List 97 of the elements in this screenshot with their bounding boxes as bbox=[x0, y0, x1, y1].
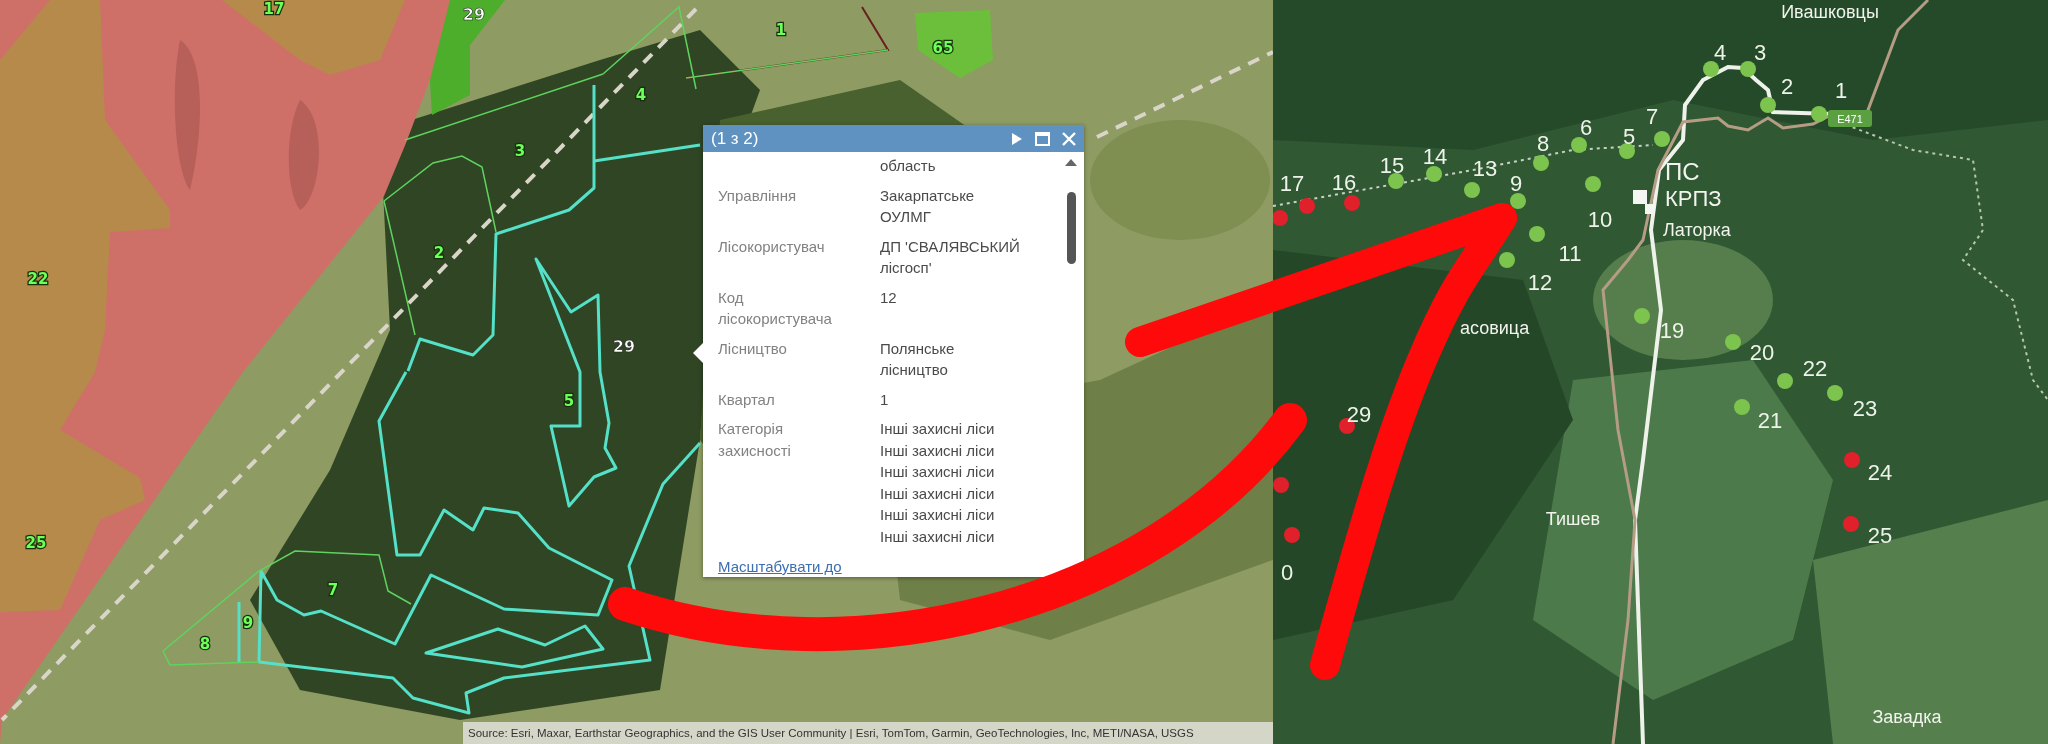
point-number-label: 24 bbox=[1867, 460, 1893, 485]
place-name-label: КРПЗ bbox=[1665, 186, 1722, 211]
parcel-number-label: 7 bbox=[327, 581, 339, 599]
parcel-number-label: 8 bbox=[199, 635, 211, 653]
field-value: Закарпатське ОУЛМГ bbox=[880, 185, 975, 227]
parcel-number-label: 1 bbox=[775, 21, 787, 39]
point-marker[interactable] bbox=[1388, 173, 1404, 189]
point-number-label: 4 bbox=[1713, 40, 1727, 65]
point-number-label: 6 bbox=[1579, 115, 1593, 140]
place-name-label: Ивашковцы bbox=[1781, 2, 1879, 22]
point-number-label: 5 bbox=[1622, 124, 1636, 149]
next-icon[interactable] bbox=[1011, 131, 1023, 146]
point-marker[interactable] bbox=[1634, 308, 1650, 324]
field-value: Полянське лісництво bbox=[880, 338, 955, 380]
point-number-label: 23 bbox=[1852, 396, 1878, 421]
point-number-label: 11 bbox=[1558, 241, 1582, 266]
point-marker[interactable] bbox=[1529, 226, 1545, 242]
point-number-label: 16 bbox=[1331, 170, 1357, 195]
close-icon[interactable] bbox=[1062, 131, 1076, 146]
point-number-label: 12 bbox=[1527, 270, 1553, 295]
field-label: Код лісокористувача bbox=[718, 288, 832, 327]
zoom-to-link[interactable]: Масштабувати до bbox=[718, 558, 842, 575]
field-value: Інші захисні ліси Інші захисні ліси Інші захисні ліси Інші захисні ліси Інші захисні ліси Інші захисні ліси bbox=[880, 419, 995, 547]
road-number-sign: E471 bbox=[1828, 110, 1872, 127]
scrollbar-thumb[interactable] bbox=[1067, 192, 1076, 264]
popup-title: (1 з 2) bbox=[711, 128, 759, 149]
point-number-label: 7 bbox=[1645, 104, 1659, 129]
point-marker[interactable] bbox=[1510, 193, 1526, 209]
compartment-number-label: 29 bbox=[462, 5, 486, 24]
point-number-label: 2 bbox=[1780, 74, 1794, 99]
point-number-label: 3 bbox=[1753, 40, 1767, 65]
point-number-label: 0 bbox=[1281, 560, 1294, 585]
field-label: Квартал bbox=[718, 390, 775, 408]
point-number-label: 14 bbox=[1422, 144, 1448, 169]
maximize-icon[interactable] bbox=[1035, 131, 1050, 146]
point-marker[interactable] bbox=[1734, 399, 1750, 415]
field-label: Лісокористувач bbox=[718, 237, 825, 255]
point-number-label: 8 bbox=[1536, 131, 1550, 156]
point-marker[interactable] bbox=[1464, 182, 1480, 198]
point-number-label: 13 bbox=[1472, 156, 1498, 181]
point-number-label: 21 bbox=[1757, 408, 1783, 433]
point-number-label: 29 bbox=[1346, 402, 1372, 427]
place-name-label: асовица bbox=[1460, 318, 1530, 338]
point-number-label: 1 bbox=[1834, 78, 1848, 103]
parcel-number-label: 2 bbox=[433, 244, 445, 262]
point-number-label: 19 bbox=[1659, 318, 1685, 343]
point-marker[interactable] bbox=[1426, 166, 1442, 182]
point-marker[interactable] bbox=[1740, 61, 1756, 77]
point-marker[interactable] bbox=[1571, 137, 1587, 153]
point-marker[interactable] bbox=[1725, 334, 1741, 350]
point-number-label: 25 bbox=[1867, 523, 1893, 548]
point-marker[interactable] bbox=[1344, 195, 1360, 211]
point-marker[interactable] bbox=[1703, 61, 1719, 77]
place-name-label: Латорка bbox=[1663, 220, 1731, 240]
parcel-number-label: 25 bbox=[25, 534, 47, 552]
field-label: Категорія захисності bbox=[718, 420, 791, 459]
point-marker[interactable] bbox=[1585, 176, 1601, 192]
field-label: Управління bbox=[718, 186, 797, 204]
place-name-label: Тишев bbox=[1545, 509, 1601, 529]
place-name-label: Завадка bbox=[1872, 707, 1942, 727]
point-marker[interactable] bbox=[1619, 143, 1635, 159]
point-marker[interactable] bbox=[1499, 252, 1515, 268]
parcel-number-label: 9 bbox=[242, 614, 254, 632]
parcel-number-label: 5 bbox=[563, 392, 575, 410]
point-number-label: 15 bbox=[1379, 153, 1405, 178]
parcel-number-label: 65 bbox=[932, 39, 954, 57]
point-marker[interactable] bbox=[1827, 385, 1843, 401]
parcel-number-label: 17 bbox=[263, 0, 285, 18]
place-name-label: ПС bbox=[1665, 158, 1700, 185]
parcel-number-label: 22 bbox=[27, 270, 49, 288]
point-marker[interactable] bbox=[1760, 97, 1776, 113]
compartment-number-label: 29 bbox=[612, 337, 636, 356]
field-value: ДП 'СВАЛЯВСЬКИЙ лісгосп' bbox=[880, 236, 1020, 278]
point-marker[interactable] bbox=[1654, 131, 1670, 147]
parcel-number-label: 3 bbox=[514, 142, 526, 160]
parcel-number-label: 4 bbox=[635, 86, 647, 104]
station-square-icon bbox=[1633, 190, 1655, 214]
field-value: 12 bbox=[880, 287, 897, 308]
point-number-label: 10 bbox=[1587, 207, 1613, 232]
field-value: 1 bbox=[880, 389, 889, 410]
scroll-up-icon[interactable] bbox=[1064, 158, 1078, 167]
point-number-label: 22 bbox=[1802, 356, 1828, 381]
field-value: область bbox=[880, 156, 936, 176]
point-marker[interactable] bbox=[1273, 210, 1288, 226]
point-marker[interactable] bbox=[1843, 516, 1859, 532]
point-marker[interactable] bbox=[1844, 452, 1860, 468]
point-number-label: 17 bbox=[1279, 171, 1305, 196]
attribution-text: Source: Esri, Maxar, Earthstar Geographics, and the GIS User Community | Esri, TomTom, Garmin, GeoTechnologies, Inc, METI/NASA, USGS bbox=[463, 722, 1273, 744]
point-marker[interactable] bbox=[1777, 373, 1793, 389]
point-marker[interactable] bbox=[1533, 155, 1549, 171]
point-number-label: 9 bbox=[1509, 171, 1523, 196]
field-label: Лісництво bbox=[718, 339, 787, 357]
point-marker[interactable] bbox=[1299, 198, 1315, 214]
point-marker[interactable] bbox=[1284, 527, 1300, 543]
point-number-label: 20 bbox=[1749, 340, 1775, 365]
point-marker[interactable] bbox=[1811, 106, 1827, 122]
point-marker[interactable] bbox=[1273, 477, 1289, 493]
